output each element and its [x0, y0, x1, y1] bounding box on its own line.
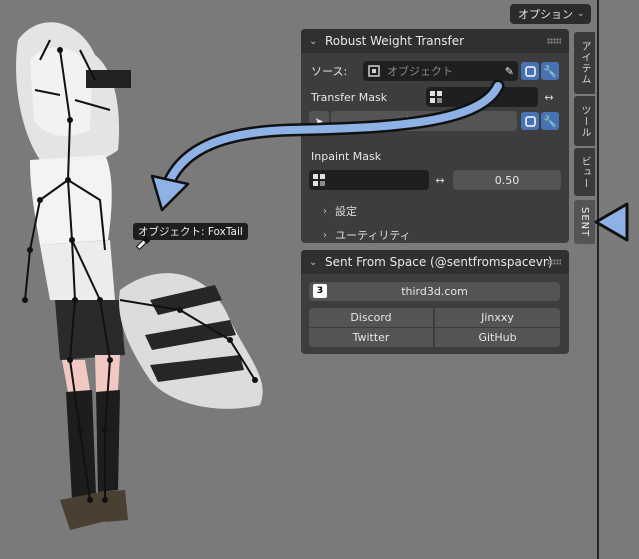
panel-title: Robust Weight Transfer	[325, 34, 465, 48]
settings-label: 設定	[335, 205, 357, 218]
inpaint-value: 0.50	[494, 173, 520, 187]
tab-sent-label: SENT	[579, 206, 590, 238]
source-placeholder: オブジェクト	[387, 65, 453, 78]
chevron-right-icon: ›	[323, 229, 327, 241]
vertex-group-icon	[430, 91, 442, 103]
tab-view-label: ビュー	[579, 155, 590, 189]
transfer-mask-label: Transfer Mask	[311, 90, 388, 104]
vertex-group-field[interactable]: ウェイト	[331, 111, 517, 131]
website-label: third3d.com	[401, 285, 468, 298]
chevron-right-icon: ›	[323, 205, 327, 217]
discord-label: Discord	[350, 311, 392, 324]
vertex-group-placeholder: ウェイト	[402, 115, 446, 128]
vertex-group-row: ➤ ウェイト 🔧	[309, 111, 561, 131]
eyedropper-icon[interactable]: ✎	[505, 65, 514, 78]
inpaint-mask-row: ↔ 0.50	[309, 170, 561, 190]
wrench-button[interactable]: 🔧	[541, 62, 559, 80]
transfer-mask-row: Transfer Mask ↔	[311, 87, 561, 107]
copy-button-2[interactable]	[521, 112, 539, 130]
jinxxy-button[interactable]: Jinxxy	[435, 308, 560, 327]
vertex-group-icon	[313, 174, 325, 186]
copy-icon	[524, 65, 536, 77]
tab-tool[interactable]: ツール	[574, 96, 595, 146]
options-label: オプション	[518, 8, 573, 21]
swap-arrows-icon[interactable]: ↔	[431, 170, 449, 190]
chevron-down-icon: ⌄	[309, 256, 318, 268]
utility-label: ユーティリティ	[335, 229, 411, 242]
source-object-field[interactable]: オブジェクト ✎	[363, 61, 518, 81]
wrench-icon: 🔧	[543, 64, 557, 78]
inpaint-value-field[interactable]: 0.50	[453, 170, 561, 190]
tab-item[interactable]: アイテム	[574, 32, 595, 94]
inpaint-mask-label: Inpaint Mask	[311, 150, 382, 163]
twitter-label: Twitter	[352, 331, 390, 344]
drag-grip-icon[interactable]	[547, 259, 561, 265]
website-button[interactable]: 3 third3d.com	[309, 282, 560, 301]
github-button[interactable]: GitHub	[435, 328, 560, 347]
panel-title: Sent From Space (@sentfromspacevr)	[325, 255, 553, 269]
drag-grip-icon[interactable]	[547, 38, 561, 44]
inpaint-mask-label-row: Inpaint Mask	[311, 150, 381, 163]
robust-weight-transfer-panel: ⌄ Robust Weight Transfer ソース: オブジェクト ✎ 🔧…	[301, 29, 569, 243]
swap-arrows-icon[interactable]: ↔	[540, 87, 558, 107]
cursor-icon: ➤	[314, 114, 324, 128]
eyedropper-tooltip: オブジェクト: FoxTail	[133, 223, 248, 240]
cursor-button[interactable]: ➤	[309, 111, 329, 131]
settings-subpanel[interactable]: › 設定	[323, 203, 357, 219]
github-label: GitHub	[478, 331, 517, 344]
source-label: ソース:	[311, 65, 348, 78]
panel-header[interactable]: ⌄ Sent From Space (@sentfromspacevr)	[301, 250, 569, 274]
twitter-button[interactable]: Twitter	[309, 328, 433, 347]
transfer-mask-field[interactable]	[426, 87, 538, 107]
site-logo-icon: 3	[313, 284, 327, 298]
panel-header[interactable]: ⌄ Robust Weight Transfer	[301, 29, 569, 53]
inpaint-mask-field[interactable]	[309, 170, 429, 190]
utility-subpanel[interactable]: › ユーティリティ	[323, 227, 411, 243]
sent-from-space-panel: ⌄ Sent From Space (@sentfromspacevr) 3 t…	[301, 250, 569, 354]
object-icon	[368, 65, 380, 77]
tab-sent[interactable]: SENT	[574, 200, 595, 244]
tooltip-text: オブジェクト: FoxTail	[138, 226, 243, 238]
jinxxy-label: Jinxxy	[481, 311, 514, 324]
discord-button[interactable]: Discord	[309, 308, 433, 327]
wrench-button-2[interactable]: 🔧	[541, 112, 559, 130]
tab-item-label: アイテム	[579, 41, 590, 85]
3d-viewport[interactable]: オプション ⌄ ⌄ Robust Weight Transfer ソース: オブ…	[0, 0, 597, 559]
source-row: ソース: オブジェクト ✎ 🔧	[311, 61, 561, 81]
wrench-icon: 🔧	[543, 114, 557, 128]
copy-button[interactable]	[521, 62, 539, 80]
tab-tool-label: ツール	[579, 104, 590, 138]
sidebar-tabs: アイテム ツール ビュー SENT	[572, 0, 597, 559]
copy-icon	[524, 115, 536, 127]
chevron-down-icon: ⌄	[309, 35, 318, 47]
tab-view[interactable]: ビュー	[574, 148, 595, 196]
right-region	[599, 0, 639, 559]
